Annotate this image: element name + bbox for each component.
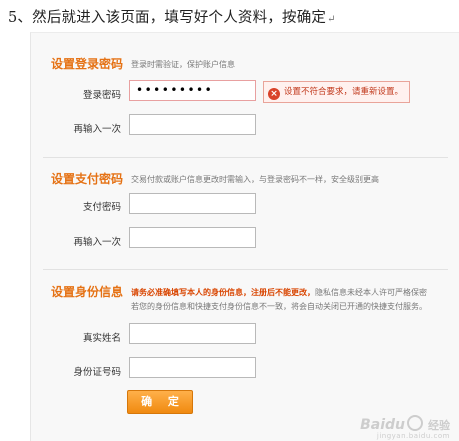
identity-privacy-note: 隐私信息未经本人许可严格保密 <box>315 288 427 297</box>
identity-desc: 请务必准确填写本人的身份信息，注册后不能更改，隐私信息未经本人许可严格保密 <box>131 287 427 298</box>
login-password-input[interactable]: ••••••••• <box>129 80 256 101</box>
real-name-label: 真实姓名 <box>82 333 121 344</box>
watermark-sub: 经验 <box>428 419 450 432</box>
payment-password-label: 支付密码 <box>82 202 121 213</box>
return-mark: ↵ <box>327 14 336 25</box>
caption-text: 5、然后就进入该页面，填写好个人资料，按确定 <box>8 10 327 26</box>
identity-warning: 请务必准确填写本人的身份信息，注册后不能更改， <box>131 288 315 297</box>
login-password-confirm-input[interactable] <box>129 114 256 135</box>
login-password-desc: 登录时需验证，保护账户信息 <box>131 60 235 69</box>
step-caption: 5、然后就进入该页面，填写好个人资料，按确定↵ <box>8 6 336 27</box>
id-number-input[interactable] <box>129 357 256 378</box>
identity-desc-line2: 若您的身份信息和快捷支付身份信息不一致，将会自动关闭已开通的快捷支付服务。 <box>131 302 427 311</box>
login-password-label: 登录密码 <box>82 90 121 101</box>
baidu-jingyan-watermark: Baidu 经验 jingyan.baidu.com <box>360 415 450 440</box>
login-password-error: × 设置不符合要求，请重新设置。 <box>263 81 410 103</box>
id-number-label: 身份证号码 <box>73 367 121 378</box>
payment-password-confirm-label: 再输入一次 <box>73 237 121 248</box>
registration-form-panel: 设置登录密码 登录时需验证，保护账户信息 登录密码 ••••••••• × 设置不… <box>30 32 459 441</box>
payment-password-confirm-input[interactable] <box>129 227 256 248</box>
login-password-title: 设置登录密码 <box>51 57 124 71</box>
payment-password-title: 设置支付密码 <box>51 172 124 186</box>
payment-password-input[interactable] <box>129 193 256 214</box>
watermark-brand: Baidu <box>360 417 405 433</box>
error-text: 设置不符合要求，请重新设置。 <box>284 87 404 97</box>
section-divider <box>43 269 448 270</box>
login-password-confirm-label: 再输入一次 <box>73 124 121 135</box>
watermark-url: jingyan.baidu.com <box>376 432 450 440</box>
paw-logo-icon <box>407 415 423 431</box>
real-name-input[interactable] <box>129 323 256 344</box>
payment-password-desc: 交易付款或账户信息更改时需输入，与登录密码不一样，安全级别更高 <box>131 175 379 184</box>
confirm-button[interactable]: 确 定 <box>127 390 193 414</box>
error-x-icon: × <box>268 88 280 100</box>
section-divider <box>43 157 448 158</box>
identity-title: 设置身份信息 <box>51 285 124 299</box>
